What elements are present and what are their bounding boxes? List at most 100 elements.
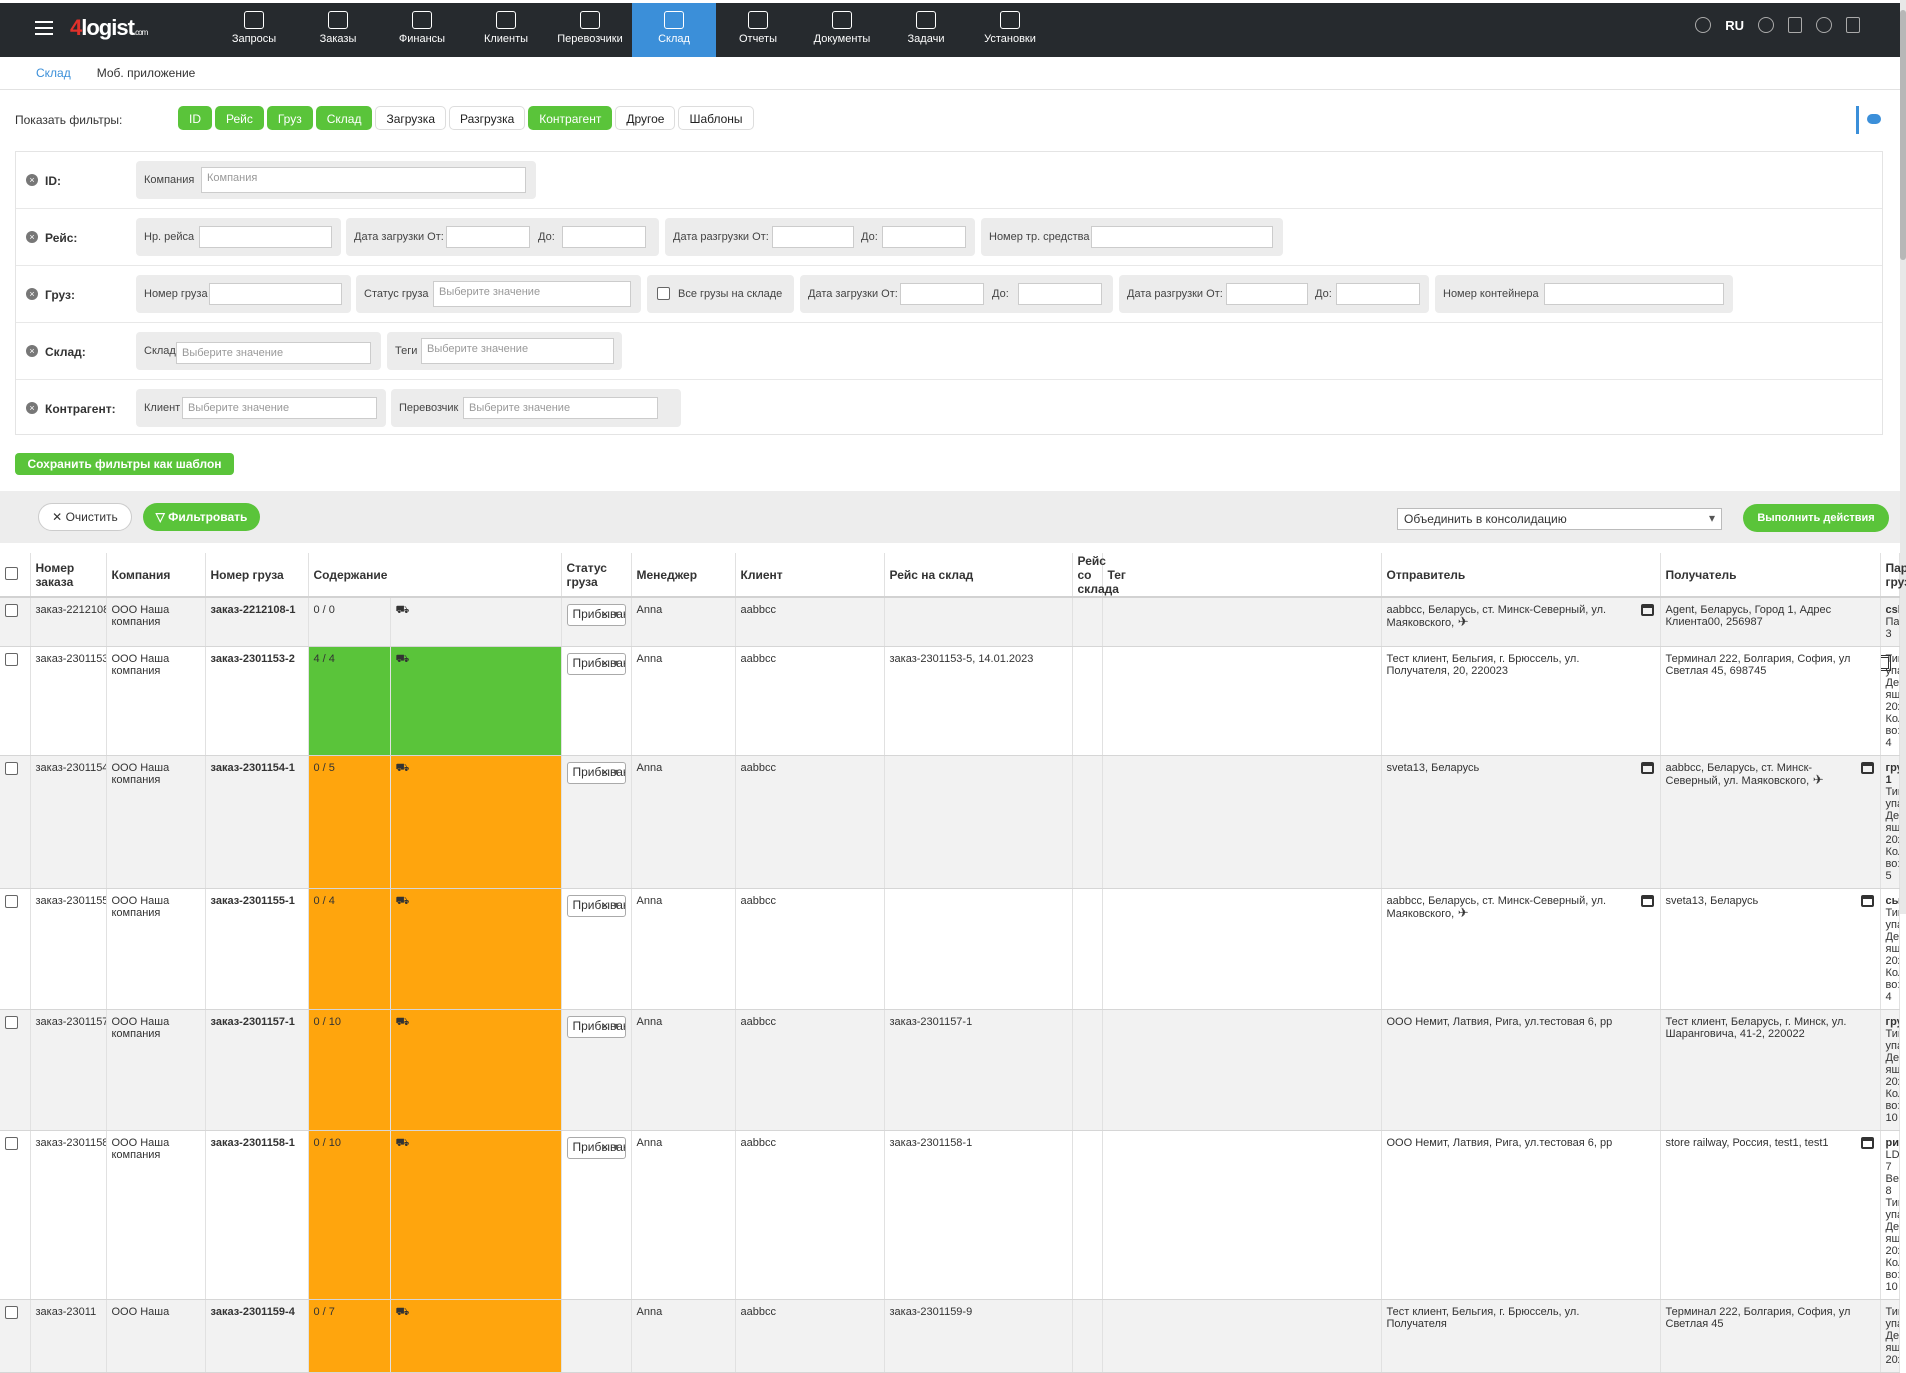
- clear-icon[interactable]: ×: [601, 608, 608, 620]
- status-select[interactable]: Прибывающий на с...×▼: [566, 604, 626, 626]
- clear-icon[interactable]: ×: [601, 766, 608, 778]
- execute-actions-button[interactable]: Выполнить действия: [1743, 504, 1889, 532]
- cargo-status-select[interactable]: Выберите значение: [433, 281, 631, 307]
- chevron-down-icon[interactable]: ▼: [612, 1020, 621, 1032]
- trip-number-input[interactable]: [199, 226, 332, 248]
- subnav-warehouse[interactable]: Склад: [36, 66, 71, 80]
- column-header[interactable]: Рейс на склад: [884, 553, 1073, 598]
- status-select[interactable]: Прибывающий на с...×▼: [566, 653, 626, 675]
- nav-item-7[interactable]: Документы: [800, 3, 884, 57]
- filter-chip[interactable]: Другое: [615, 106, 676, 130]
- nav-item-4[interactable]: Перевозчики: [548, 3, 632, 57]
- column-header[interactable]: Параметры груза: [1880, 553, 1906, 598]
- globe-icon[interactable]: [1695, 17, 1712, 33]
- filter-chip[interactable]: Разгрузка: [449, 106, 526, 130]
- chevron-down-icon[interactable]: ▼: [612, 899, 621, 911]
- chevron-down-icon[interactable]: ▼: [612, 766, 621, 778]
- column-header[interactable]: Клиент: [735, 553, 885, 598]
- qr-code-icon[interactable]: [1880, 655, 1891, 671]
- tags-select[interactable]: Выберите значение: [421, 338, 614, 364]
- cargo-number-input[interactable]: [209, 283, 342, 305]
- row-checkbox[interactable]: [5, 1306, 18, 1319]
- warehouse-stack-icon[interactable]: ⛟: [396, 895, 410, 907]
- bell-icon[interactable]: [1816, 17, 1832, 33]
- unload-to-input[interactable]: [1336, 283, 1420, 305]
- unload-from-input[interactable]: [1226, 283, 1308, 305]
- warehouse-stack-icon[interactable]: ⛟: [396, 604, 410, 616]
- warehouse-icon[interactable]: [1640, 762, 1654, 774]
- language-switch[interactable]: RU: [1725, 18, 1744, 33]
- nav-item-0[interactable]: Запросы: [212, 3, 296, 57]
- status-select[interactable]: Прибывающий на с...×▼: [566, 1016, 626, 1038]
- warehouse-stack-icon[interactable]: ⛟: [396, 653, 410, 665]
- plane-icon[interactable]: ✈: [1454, 905, 1469, 920]
- nav-item-8[interactable]: Задачи: [884, 3, 968, 57]
- nav-item-2[interactable]: Финансы: [380, 3, 464, 57]
- user-icon[interactable]: [1758, 17, 1774, 33]
- table-row[interactable]: заказ-2301153 ООО Наша компания заказ-2301…: [0, 646, 1900, 756]
- filter-chip[interactable]: Загрузка: [375, 106, 446, 130]
- table-row[interactable]: заказ-2301158 ООО Наша компания заказ-2301…: [0, 1130, 1900, 1300]
- clear-button[interactable]: ✕ Очистить: [38, 503, 132, 531]
- menu-icon[interactable]: [35, 21, 53, 35]
- column-header[interactable]: Номер груза: [205, 553, 309, 598]
- nav-item-1[interactable]: Заказы: [296, 3, 380, 57]
- column-header[interactable]: Номер заказа: [30, 553, 107, 598]
- nav-item-3[interactable]: Клиенты: [464, 3, 548, 57]
- column-header[interactable]: Рейс со склада: [1072, 553, 1119, 598]
- chevron-down-icon[interactable]: ▼: [612, 1141, 621, 1153]
- nav-item-5[interactable]: Склад: [632, 3, 716, 57]
- warehouse-icon[interactable]: [1860, 762, 1874, 774]
- select-all-checkbox[interactable]: [5, 566, 18, 580]
- nav-item-6[interactable]: Отчеты: [716, 3, 800, 57]
- load-from-input[interactable]: [900, 283, 984, 305]
- warehouse-stack-icon[interactable]: ⛟: [396, 762, 410, 774]
- plane-icon[interactable]: ✈: [1454, 614, 1469, 629]
- page-scrollbar[interactable]: [1900, 0, 1906, 914]
- column-header[interactable]: Менеджер: [631, 553, 736, 598]
- vehicle-input[interactable]: [1091, 226, 1273, 248]
- warehouse-icon[interactable]: [1640, 895, 1654, 907]
- column-header[interactable]: Получатель: [1660, 553, 1881, 598]
- filter-chip[interactable]: ID: [178, 106, 212, 130]
- unload-to-input[interactable]: [882, 226, 966, 248]
- company-input[interactable]: Компания: [201, 167, 526, 193]
- unload-from-input[interactable]: [772, 226, 854, 248]
- subnav-mobile-app[interactable]: Моб. приложение: [97, 66, 196, 80]
- clear-icon[interactable]: ×: [601, 1020, 608, 1032]
- column-header[interactable]: Компания: [106, 553, 206, 598]
- filter-chip[interactable]: Шаблоны: [678, 106, 754, 130]
- row-checkbox[interactable]: [5, 895, 18, 908]
- remove-filter-icon[interactable]: ×: [26, 174, 38, 186]
- clear-icon[interactable]: ×: [601, 1141, 608, 1153]
- table-row[interactable]: заказ-2212108 ООО Наша компания заказ-2212…: [0, 597, 1900, 647]
- client-select[interactable]: Выберите значение: [182, 397, 377, 419]
- row-checkbox[interactable]: [5, 604, 18, 617]
- plane-icon[interactable]: ✈: [1809, 772, 1824, 787]
- status-select[interactable]: Прибывающий на с...×▼: [566, 1137, 626, 1159]
- load-from-input[interactable]: [446, 226, 530, 248]
- load-to-input[interactable]: [1018, 283, 1102, 305]
- table-row[interactable]: заказ-2301155 ООО Наша компания заказ-2301…: [0, 888, 1900, 1010]
- notebook-icon[interactable]: [1788, 17, 1802, 33]
- bulk-action-select[interactable]: Объединить в консолидацию: [1397, 508, 1722, 530]
- table-row[interactable]: заказ-23011 ООО Наша заказ-2301159-4 0 / 7 ⛟…: [0, 1299, 1900, 1373]
- warehouse-icon[interactable]: [1640, 604, 1654, 616]
- logo[interactable]: 4logist.com: [70, 15, 148, 41]
- all-in-warehouse-checkbox[interactable]: [657, 287, 670, 300]
- warehouse-icon[interactable]: [1860, 1137, 1874, 1149]
- load-to-input[interactable]: [562, 226, 646, 248]
- warehouse-stack-icon[interactable]: ⛟: [396, 1137, 410, 1149]
- warehouse-icon[interactable]: [1860, 895, 1874, 907]
- logout-icon[interactable]: [1846, 17, 1860, 33]
- row-checkbox[interactable]: [5, 1137, 18, 1150]
- remove-filter-icon[interactable]: ×: [26, 288, 38, 300]
- chevron-down-icon[interactable]: ▼: [612, 608, 621, 620]
- row-checkbox[interactable]: [5, 1016, 18, 1029]
- warehouse-stack-icon[interactable]: ⛟: [396, 1306, 410, 1318]
- remove-filter-icon[interactable]: ×: [26, 231, 38, 243]
- filter-chip[interactable]: Контрагент: [528, 106, 613, 130]
- carrier-select[interactable]: Выберите значение: [463, 397, 658, 419]
- status-select[interactable]: Прибывающий на с...×▼: [566, 762, 626, 784]
- remove-filter-icon[interactable]: ×: [26, 402, 38, 414]
